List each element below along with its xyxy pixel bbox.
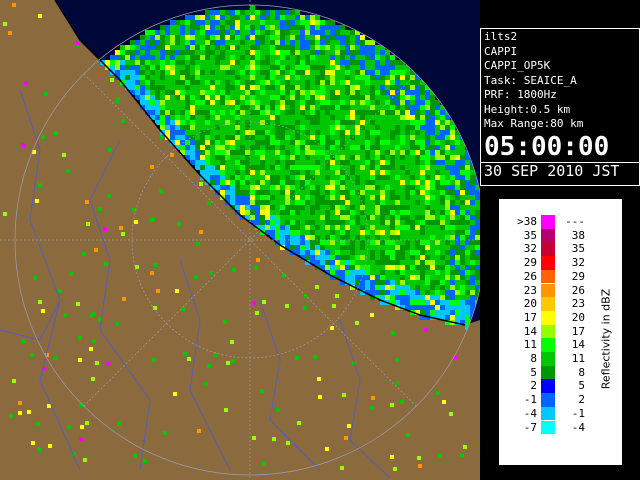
legend-lower-value: 29 (523, 256, 537, 270)
legend-upper-value: 38 (571, 228, 585, 242)
product-name: CAPPI (484, 44, 518, 58)
info-panel: ilts2 CAPPI CAPPI_OP5K Task: SEAICE_A PR… (480, 28, 640, 186)
legend-upper-value: 35 (571, 242, 585, 256)
legend-upper-value: -4 (571, 420, 585, 434)
legend-color-swatch (541, 310, 555, 325)
legend-row: 26 29 (499, 269, 599, 284)
legend-row: 32 35 (499, 242, 599, 257)
legend-lower-value: 32 (523, 242, 537, 256)
legend-row: -1 2 (499, 393, 599, 407)
task-label: Task: SEAICE_A (484, 73, 577, 87)
legend-row: 8 11 (499, 352, 599, 366)
legend-row: 11 14 (499, 338, 599, 352)
legend-lower-value: 17 (523, 310, 537, 324)
legend-lower-value: 5 (530, 365, 537, 379)
legend-upper-value: 26 (571, 283, 585, 297)
legend-lower-value: 35 (523, 228, 537, 242)
legend-row: 23 26 (499, 283, 599, 298)
legend-row: -7 -4 (499, 420, 599, 435)
legend-lower-value: -4 (523, 406, 537, 420)
legend-color-swatch (541, 406, 555, 421)
legend-color-swatch (541, 297, 555, 311)
legend-color-swatch (541, 338, 555, 352)
legend-lower-value: 11 (523, 338, 537, 352)
legend-lower-value: 23 (523, 283, 537, 297)
legend-row: 20 23 (499, 297, 599, 311)
legend-row: >38 --- (499, 215, 599, 229)
legend-row: 35 38 (499, 228, 599, 243)
legend-lower-value: 8 (530, 352, 537, 365)
legend-upper-value: 14 (571, 338, 585, 352)
legend-row: 14 17 (499, 324, 599, 339)
date-display: 30 SEP 2010 JST (481, 161, 639, 180)
legend-upper-value: 20 (571, 310, 585, 324)
legend-color-swatch (541, 269, 555, 284)
legend-upper-value: 11 (571, 352, 585, 365)
legend-color-swatch (541, 352, 555, 366)
max-range-label: Max Range:80 km (484, 117, 584, 130)
legend-upper-value: 5 (578, 379, 585, 393)
legend-color-swatch (541, 324, 555, 339)
legend-upper-value: --- (565, 215, 585, 228)
legend-upper-value: 32 (571, 256, 585, 270)
legend-upper-value: 2 (578, 393, 585, 407)
legend-color-swatch (541, 393, 555, 407)
prf-label: PRF: 1800Hz (484, 88, 557, 101)
legend-color-swatch (541, 228, 555, 243)
product-code: CAPPI_OP5K (484, 59, 551, 72)
legend-upper-value: 29 (571, 269, 585, 283)
legend-row: 25 (499, 379, 599, 394)
legend-color-swatch (541, 420, 555, 435)
legend-color-swatch (541, 256, 555, 270)
legend-lower-value: 2 (530, 379, 537, 393)
legend-lower-value: -1 (523, 393, 537, 407)
legend-unit: Reflectivity in dBZ (594, 219, 618, 459)
legend-upper-value: 17 (571, 324, 585, 338)
legend-row: -4 -1 (499, 406, 599, 421)
time-display: 05:00:00 (484, 131, 610, 162)
legend-lower-value: >38 (517, 215, 537, 228)
legend-lower-value: 20 (523, 297, 537, 311)
legend-lower-value: -7 (523, 420, 537, 434)
legend-lower-value: 26 (523, 269, 537, 283)
legend-row: 17 20 (499, 310, 599, 325)
legend-row: 29 32 (499, 256, 599, 270)
radar-image (0, 0, 480, 480)
legend-row: 58 (499, 365, 599, 380)
radar-map (0, 0, 480, 480)
legend-upper-value: -1 (571, 406, 585, 420)
legend-lower-value: 14 (523, 324, 537, 338)
legend-upper-value: 23 (571, 297, 585, 311)
height-label: Height:0.5 km (484, 102, 571, 116)
legend-unit-label: Reflectivity in dBZ (599, 288, 613, 390)
site-name: ilts2 (484, 30, 518, 43)
legend-color-swatch (541, 283, 555, 298)
reflectivity-legend: >38 --- 35 38 32 35 29 32 26 29 23 26 20 23 17 20 14 17 11… (498, 198, 623, 466)
legend-color-swatch (541, 365, 555, 380)
legend-color-swatch (541, 242, 555, 257)
legend-color-swatch (541, 215, 555, 229)
legend-upper-value: 8 (578, 365, 585, 379)
legend-color-swatch (541, 379, 555, 394)
